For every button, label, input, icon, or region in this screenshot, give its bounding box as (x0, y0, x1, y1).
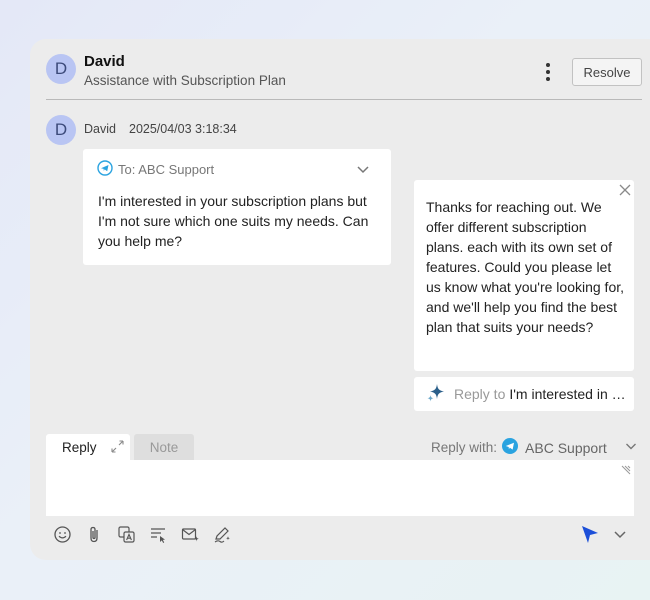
send-options-chevron-icon[interactable] (612, 526, 628, 542)
conversation-subject: Assistance with Subscription Plan (84, 73, 286, 88)
reply-with-value: ABC Support (525, 439, 607, 456)
telegram-icon (502, 438, 519, 457)
reply-to-label: Reply to (454, 386, 506, 402)
message-body: I'm interested in your subscription plan… (98, 193, 369, 249)
reply-to-reference[interactable]: Reply to I'm interested in your subscrip… (414, 377, 634, 411)
close-icon[interactable] (618, 183, 632, 197)
resolve-button[interactable]: Resolve (572, 58, 642, 86)
signature-icon[interactable] (212, 524, 232, 544)
reply-editor[interactable] (46, 460, 634, 516)
tab-reply[interactable]: Reply (46, 434, 130, 461)
reply-with-label: Reply with: (431, 440, 498, 455)
message-timestamp: 2025/04/03 3:18:34 (129, 122, 237, 136)
sparkle-icon (426, 383, 446, 406)
message-sender: David (84, 122, 116, 136)
avatar: D (46, 54, 76, 84)
attachment-icon[interactable] (84, 524, 104, 544)
reply-with-selector[interactable]: Reply with: ABC Support (431, 438, 638, 457)
header-divider (46, 99, 642, 100)
resize-handle-icon[interactable] (621, 462, 631, 475)
tab-note-label: Note (149, 440, 179, 455)
reply-to-text: I'm interested in your subscription plan… (509, 386, 629, 402)
email-ai-icon[interactable] (180, 524, 200, 544)
chevron-down-icon[interactable] (624, 439, 638, 456)
message-avatar: D (46, 115, 76, 145)
more-options-icon[interactable] (538, 61, 558, 83)
contact-name: David (84, 53, 125, 70)
translate-icon[interactable] (116, 524, 136, 544)
message-recipient: To: ABC Support (97, 160, 214, 179)
ai-suggestion-card: Thanks for reaching out. We offer differ… (414, 180, 634, 371)
text-format-icon[interactable] (148, 524, 168, 544)
expand-icon[interactable] (110, 439, 124, 456)
incoming-message-card: To: ABC Support I'm interested in your s… (83, 149, 391, 265)
emoji-icon[interactable] (52, 524, 72, 544)
expand-chevron-icon[interactable] (355, 161, 371, 177)
telegram-icon (97, 160, 113, 179)
tab-note[interactable]: Note (134, 434, 194, 461)
composer-toolbar (52, 524, 232, 544)
recipient-label: To: ABC Support (118, 162, 215, 177)
send-icon[interactable] (580, 524, 600, 544)
tab-reply-label: Reply (62, 440, 97, 455)
ai-suggestion-text: Thanks for reaching out. We offer differ… (426, 199, 625, 335)
